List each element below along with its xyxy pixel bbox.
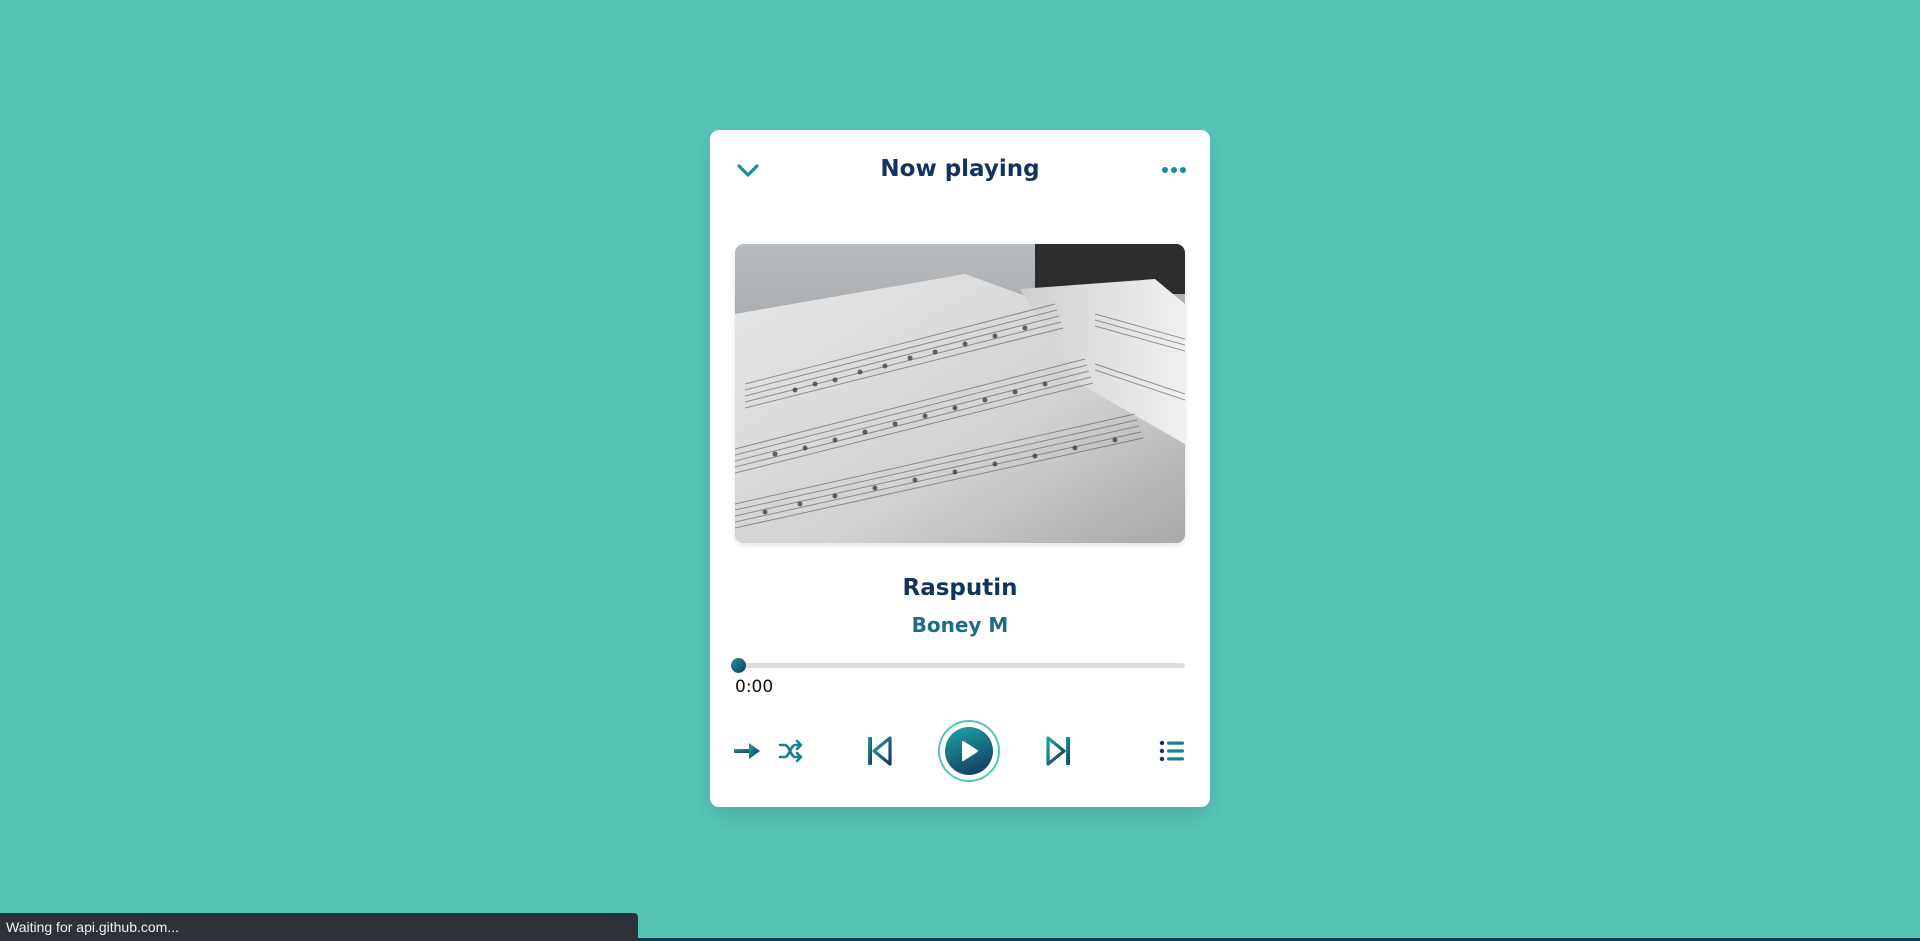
song-artist: Boney M: [911, 613, 1009, 637]
song-title: Rasputin: [902, 575, 1018, 601]
current-time: 0:00: [735, 677, 774, 697]
list-icon[interactable]: [1157, 736, 1187, 766]
skip-previous-icon[interactable]: [864, 733, 894, 769]
progress-thumb[interactable]: [731, 658, 746, 673]
more-dots-icon[interactable]: [1160, 156, 1188, 184]
progress-bar[interactable]: [731, 658, 1185, 673]
chevron-down-icon[interactable]: [734, 156, 762, 184]
shuffle-icon[interactable]: [776, 736, 806, 766]
skip-next-icon[interactable]: [1044, 733, 1074, 769]
play-icon: [945, 727, 993, 775]
play-button-ring: [938, 720, 1000, 782]
play-button[interactable]: [938, 720, 1000, 782]
page-title: Now playing: [880, 156, 1040, 182]
page: Now playing Rasputin Boney M 0:00 Waitin…: [0, 0, 1920, 941]
album-cover: [735, 244, 1185, 543]
browser-status-bar: Waiting for api.github.com...: [0, 913, 638, 941]
arrow-right-icon[interactable]: [731, 736, 763, 766]
